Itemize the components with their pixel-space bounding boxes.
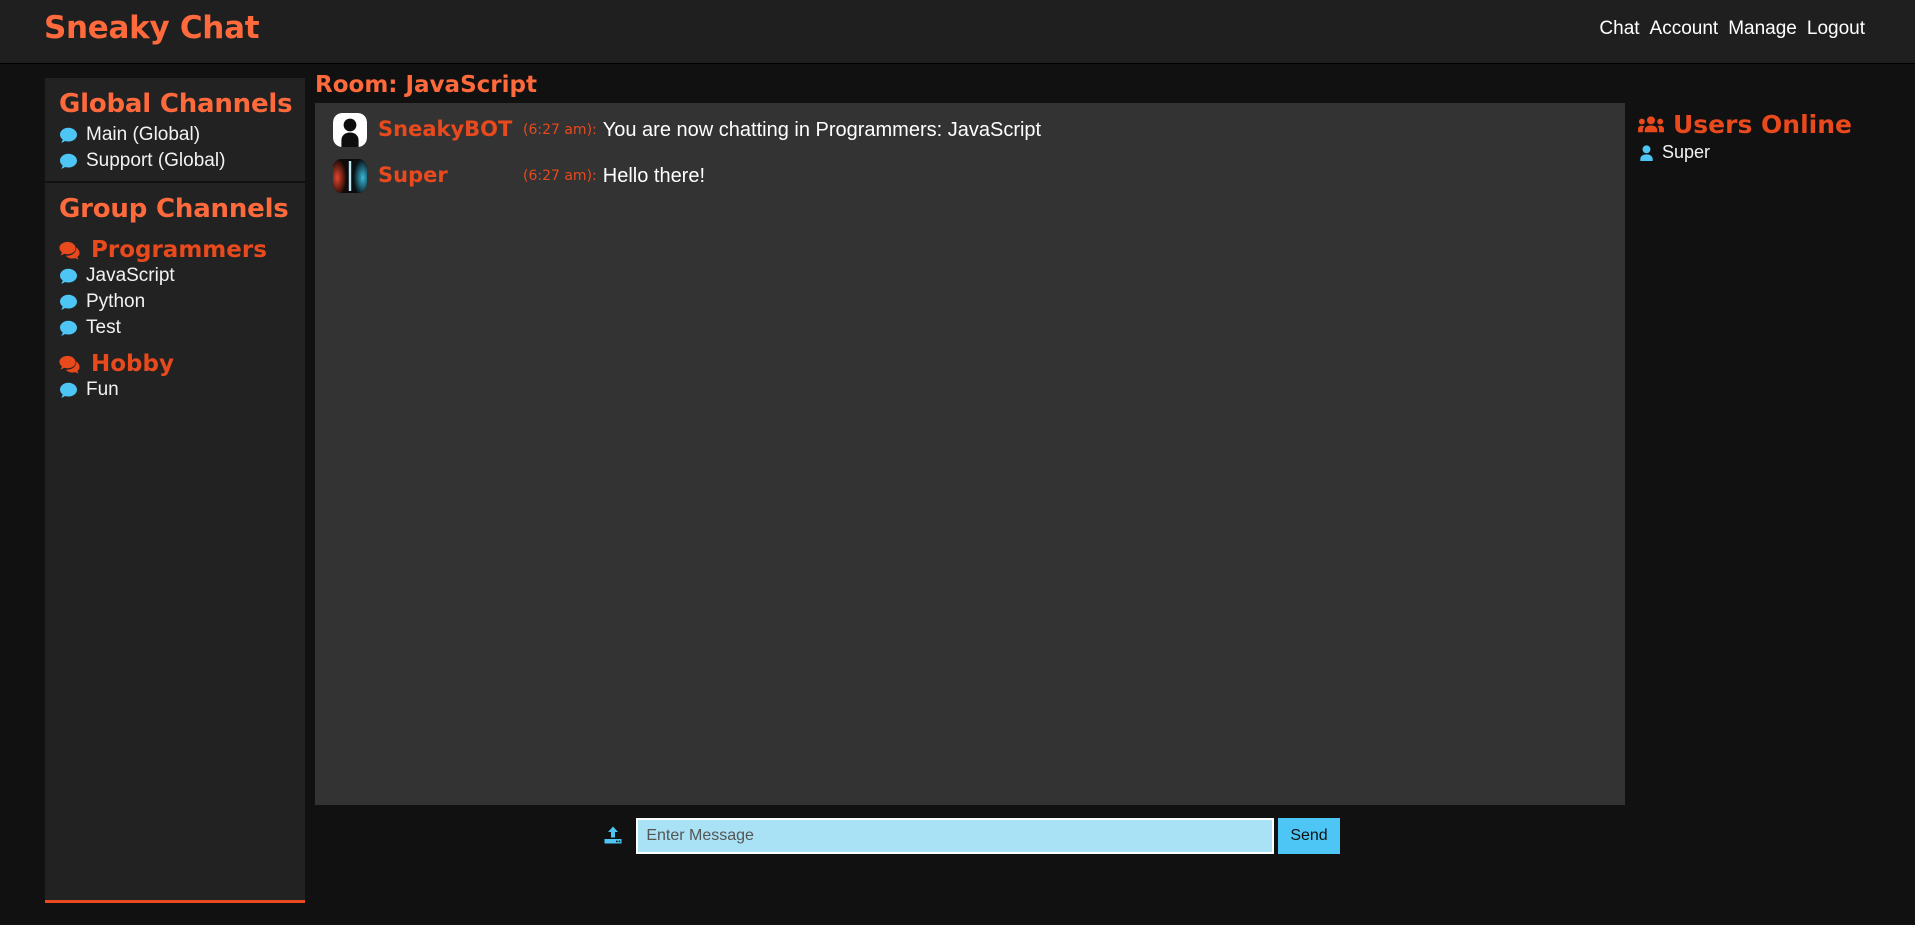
sidebar-item-test[interactable]: Test xyxy=(45,316,305,342)
avatar xyxy=(333,113,367,147)
sidebar-item-label: Test xyxy=(86,317,121,338)
users-group-icon xyxy=(1638,115,1664,134)
sidebar-item-label: Main (Global) xyxy=(86,124,201,145)
user-icon xyxy=(1639,144,1654,161)
sidebar-item-support-global[interactable]: Support (Global) xyxy=(45,149,305,175)
comment-icon xyxy=(59,294,78,311)
users-online-panel: Users Online Super xyxy=(1638,110,1908,163)
global-channels-title: Global Channels xyxy=(59,89,293,119)
message-input-bar: Send xyxy=(315,812,1625,860)
message-author: Super xyxy=(378,163,448,187)
group-name: Programmers xyxy=(91,237,267,263)
sidebar-item-fun[interactable]: Fun xyxy=(45,378,305,404)
message-text: You are now chatting in Programmers: Jav… xyxy=(602,119,1042,141)
message-text: Hello there! xyxy=(602,165,706,187)
comment-icon xyxy=(59,382,78,399)
chat-message: SneakyBOT (6:27 am): You are now chattin… xyxy=(315,103,1625,149)
nav-item-manage[interactable]: Manage xyxy=(1723,18,1802,40)
sidebar-item-label: Python xyxy=(86,291,146,312)
nav-item-chat[interactable]: Chat xyxy=(1594,18,1644,40)
nav-item-logout[interactable]: Logout xyxy=(1802,18,1870,40)
comments-icon xyxy=(59,241,83,260)
message-timestamp: (6:27 am): xyxy=(523,168,597,184)
global-channels-section: Global Channels Main (Global) Support (G… xyxy=(45,78,305,183)
group-name: Hobby xyxy=(91,351,174,377)
chat-message-list[interactable]: SneakyBOT (6:27 am): You are now chattin… xyxy=(315,103,1625,805)
sidebar-item-javascript[interactable]: JavaScript xyxy=(45,264,305,290)
comment-icon xyxy=(59,153,78,170)
sidebar-item-python[interactable]: Python xyxy=(45,290,305,316)
sidebar-item-label: Support (Global) xyxy=(86,150,226,171)
sidebar-item-main-global[interactable]: Main (Global) xyxy=(45,123,305,149)
group-channels-title: Group Channels xyxy=(59,194,289,224)
group-header-programmers[interactable]: Programmers xyxy=(45,228,305,264)
nav-item-account[interactable]: Account xyxy=(1645,18,1724,40)
online-user-row[interactable]: Super xyxy=(1638,142,1908,163)
main-nav: Chat Account Manage Logout xyxy=(1594,18,1870,40)
message-timestamp: (6:27 am): xyxy=(523,122,597,138)
upload-icon[interactable] xyxy=(600,821,626,851)
sidebar-item-label: Fun xyxy=(86,379,119,400)
message-input[interactable] xyxy=(636,818,1275,854)
comment-icon xyxy=(59,320,78,337)
avatar xyxy=(333,159,367,193)
page-title: Room: JavaScript xyxy=(315,72,537,98)
sidebar-item-label: JavaScript xyxy=(86,265,175,286)
message-author: SneakyBOT xyxy=(378,117,513,141)
comment-icon xyxy=(59,268,78,285)
group-channels-section: Group Channels Programmers JavaScript Py… xyxy=(45,183,305,404)
app-header: Sneaky Chat Chat Account Manage Logout xyxy=(0,0,1915,64)
group-header-hobby[interactable]: Hobby xyxy=(45,342,305,378)
comments-icon xyxy=(59,355,83,374)
online-user-name: Super xyxy=(1662,142,1711,162)
chat-message: Super (6:27 am): Hello there! xyxy=(315,149,1625,195)
app-title: Sneaky Chat xyxy=(44,10,260,46)
users-online-label: Users Online xyxy=(1673,110,1852,139)
sidebar: Global Channels Main (Global) Support (G… xyxy=(45,78,305,903)
comment-icon xyxy=(59,127,78,144)
send-button[interactable]: Send xyxy=(1278,818,1340,854)
users-online-title: Users Online xyxy=(1638,110,1908,139)
